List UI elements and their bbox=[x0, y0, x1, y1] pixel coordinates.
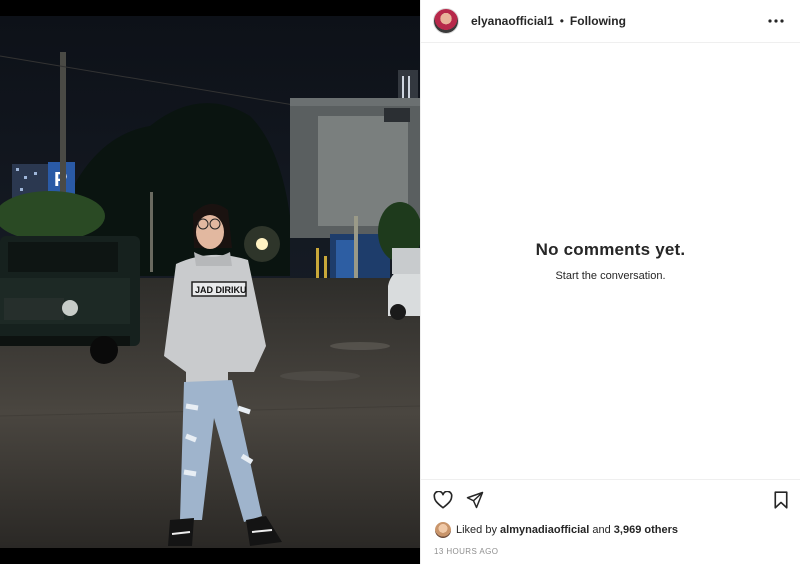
liked-by-user[interactable]: almynadiaofficial bbox=[500, 524, 589, 536]
likes-count[interactable]: 3,969 others bbox=[614, 524, 678, 536]
empty-comments-title: No comments yet. bbox=[535, 240, 686, 259]
liker-avatar[interactable] bbox=[435, 522, 451, 538]
more-options-button[interactable] bbox=[764, 9, 788, 33]
post-photo[interactable]: P bbox=[0, 0, 420, 564]
hoodie-text: JAD DIRIKU bbox=[195, 285, 247, 295]
comments-area: No comments yet. Start the conversation. bbox=[421, 43, 800, 479]
heart-icon bbox=[433, 491, 453, 509]
post-header: elyanaofficial1 • Following bbox=[421, 0, 800, 43]
more-horizontal-icon bbox=[768, 19, 784, 23]
profile-username[interactable]: elyanaofficial1 bbox=[471, 14, 554, 28]
liked-by-and: and bbox=[592, 524, 611, 536]
bookmark-icon bbox=[774, 491, 788, 509]
profile-avatar[interactable] bbox=[433, 8, 459, 34]
likes-summary: Liked by almynadiaofficial and 3,969 oth… bbox=[435, 522, 678, 538]
photo-scene: P bbox=[0, 16, 420, 548]
header-separator: • bbox=[559, 14, 564, 28]
empty-comments-subtitle: Start the conversation. bbox=[555, 270, 666, 282]
post-sidebar: elyanaofficial1 • Following No comments … bbox=[420, 0, 800, 564]
share-button[interactable] bbox=[463, 488, 487, 512]
post-actions: Liked by almynadiaofficial and 3,969 oth… bbox=[421, 479, 800, 564]
save-button[interactable] bbox=[769, 488, 793, 512]
following-button[interactable]: Following bbox=[570, 14, 626, 28]
paper-plane-icon bbox=[466, 491, 484, 509]
post-timestamp[interactable]: 13 HOURS AGO bbox=[434, 547, 498, 556]
liked-by-prefix: Liked by bbox=[456, 524, 497, 536]
like-button[interactable] bbox=[431, 488, 455, 512]
